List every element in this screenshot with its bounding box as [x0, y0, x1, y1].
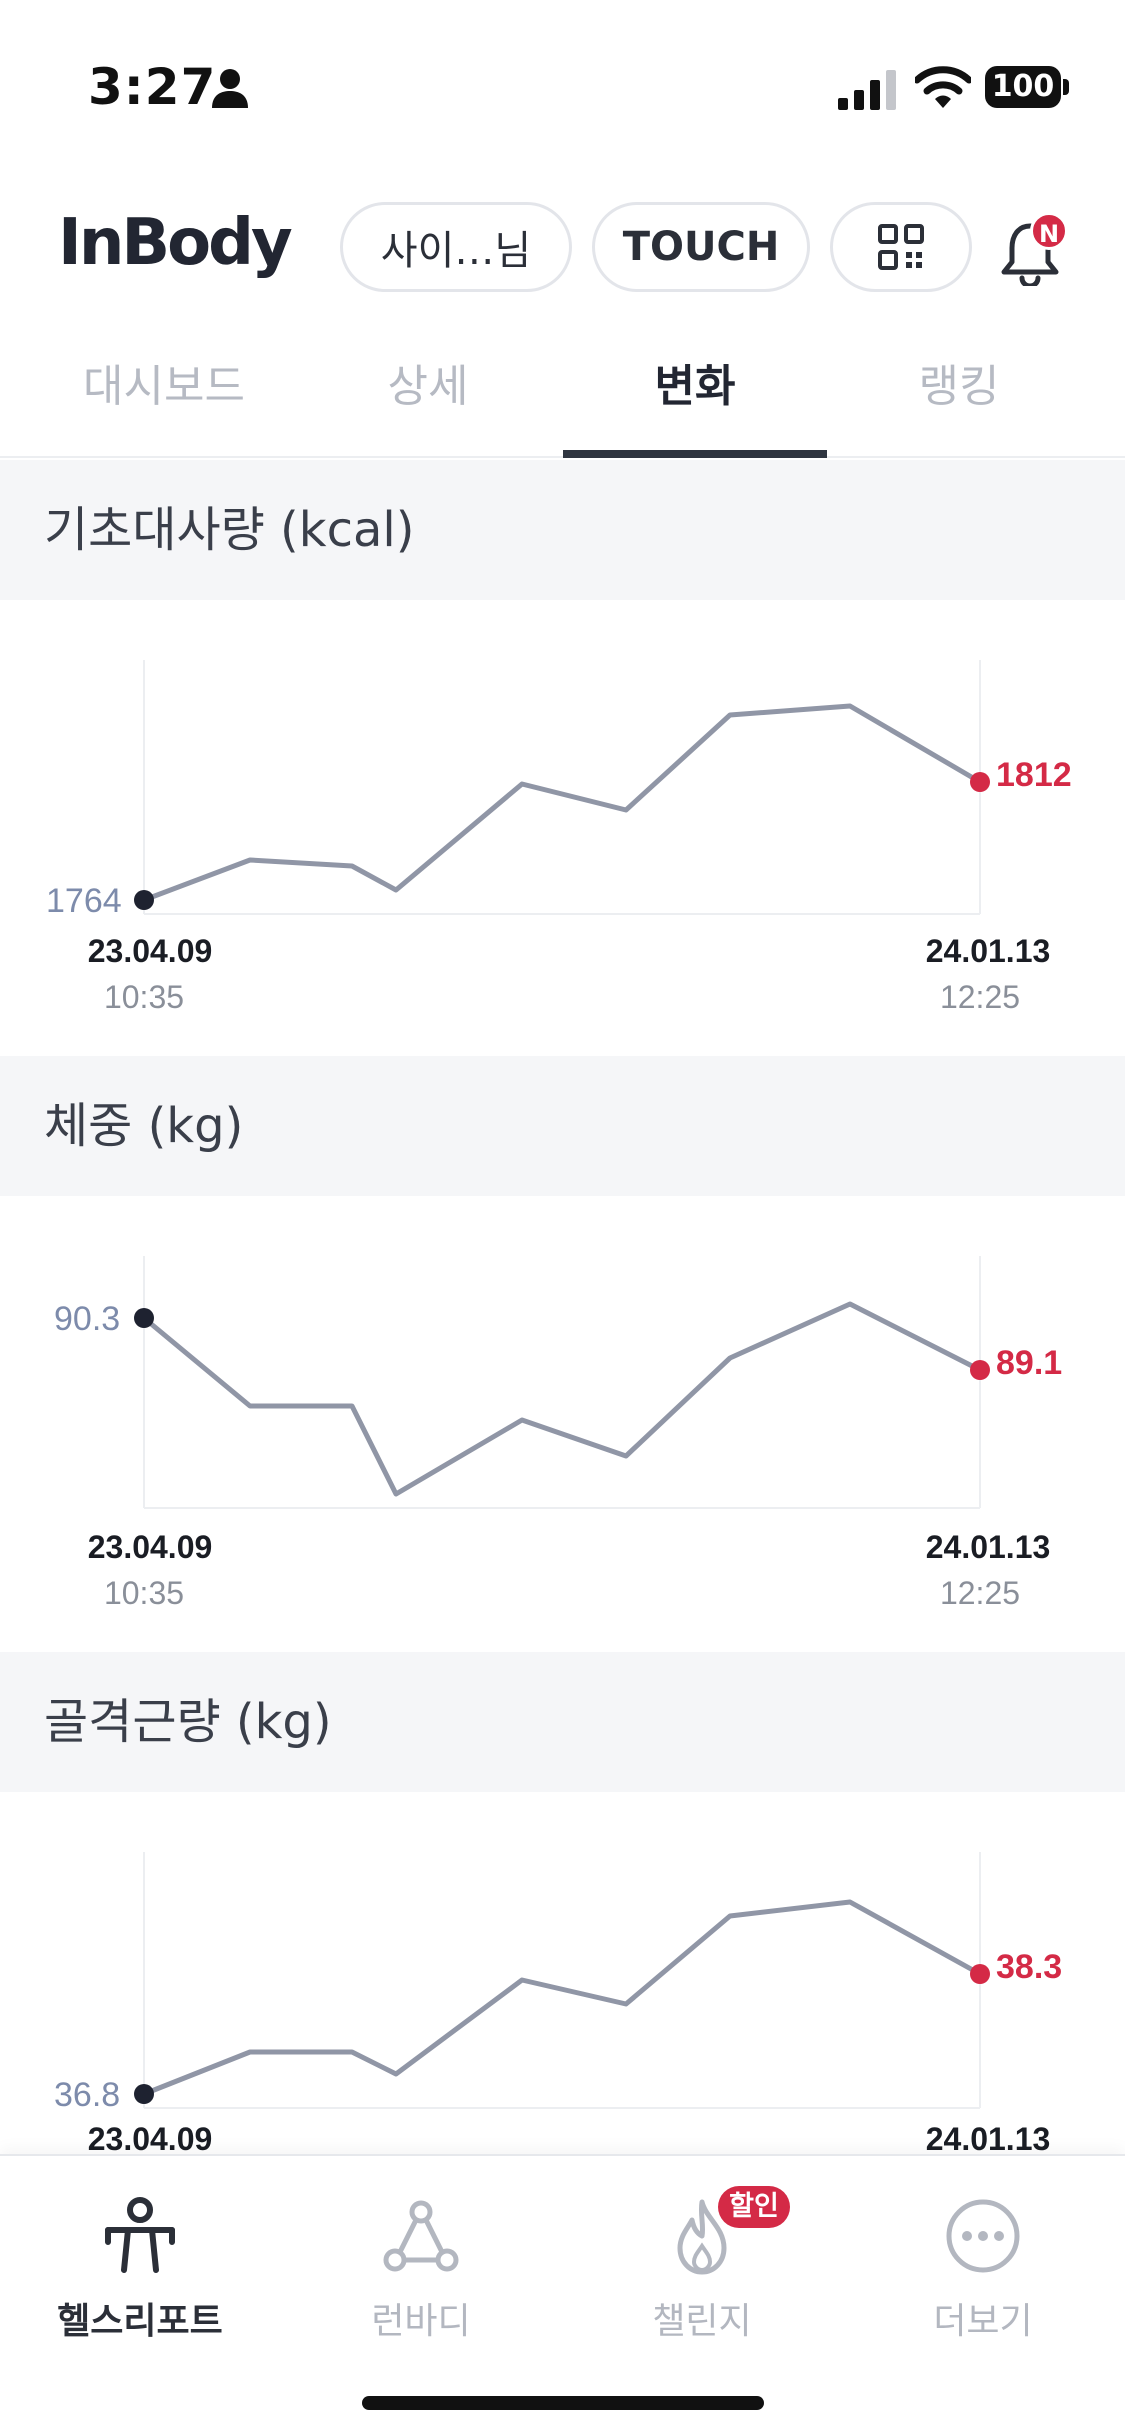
bmr-section-title: 기초대사량 (kcal)	[0, 460, 1125, 600]
weight-start-time: 10:35	[104, 1575, 184, 1611]
status-time: 3:27	[88, 58, 217, 116]
user-profile-button[interactable]: 사이…님	[340, 202, 572, 292]
bmr-start-value: 1764	[46, 882, 122, 920]
muscle-section-title: 골격근량 (kg)	[0, 1652, 1125, 1792]
bmr-end-point[interactable]	[970, 772, 990, 792]
tab-detail[interactable]: 상세	[296, 350, 560, 458]
weight-start-date: 23.04.09	[88, 1529, 213, 1565]
bmr-trend-line	[143, 703, 982, 903]
tab-change[interactable]: 변화	[563, 350, 827, 458]
bottom-nav: 헬스리포트 런바디 챌린지 더보기	[0, 2154, 1125, 2436]
nav-more[interactable]: 더보기	[853, 2196, 1113, 2356]
battery-level: 100	[985, 66, 1061, 108]
signal-icon	[838, 70, 896, 110]
touch-button[interactable]: TOUCH	[592, 202, 810, 292]
muscle-start-point[interactable]	[134, 2084, 154, 2104]
weight-end-value: 89.1	[996, 1344, 1062, 1382]
chart-axes	[143, 660, 981, 915]
nav-label: 더보기	[933, 2301, 1033, 2342]
weight-end-date: 24.01.13	[926, 1529, 1051, 1565]
app-screen: 3:27 100 InBody 사이…님 TOUCH N 대시보드 상세 변화 …	[0, 0, 1125, 2436]
qr-code-button[interactable]	[830, 202, 972, 292]
muscle-start-value: 36.8	[54, 2076, 120, 2114]
nav-challenge[interactable]: 챌린지	[572, 2196, 832, 2356]
bmr-chart-svg: 1764 1812 23.04.09 10:35 24.01.13 12:25	[46, 660, 1072, 1015]
weight-end-point[interactable]	[970, 1360, 990, 1380]
bmr-start-point[interactable]	[134, 890, 154, 910]
more-dots-icon	[946, 2199, 1020, 2273]
status-bar: 3:27 100	[0, 0, 1125, 180]
weight-trend-line	[142, 1301, 982, 1497]
wifi-icon	[915, 66, 971, 108]
bmr-end-value: 1812	[996, 756, 1072, 794]
inbody-logo: InBody	[58, 206, 293, 280]
weight-chart-svg: 90.3 89.1 23.04.09 10:35 24.01.13 12:25	[54, 1256, 1062, 1611]
muscle-end-point[interactable]	[970, 1964, 990, 1984]
nav-label: 런바디	[371, 2301, 471, 2342]
nav-label: 헬스리포트	[57, 2301, 223, 2342]
bmr-start-time: 10:35	[104, 979, 184, 1015]
health-report-icon	[105, 2197, 175, 2273]
person-icon	[212, 69, 248, 108]
weight-start-value: 90.3	[54, 1300, 120, 1338]
bmr-start-date: 23.04.09	[88, 933, 213, 969]
home-indicator[interactable]	[362, 2396, 764, 2410]
chart-axes	[143, 1852, 981, 2109]
challenge-sale-badge: 할인	[718, 2186, 790, 2228]
weight-chart: 90.3 89.1 23.04.09 10:35 24.01.13 12:25	[0, 1196, 1125, 1648]
runbody-icon	[383, 2200, 459, 2272]
tab-bar: 대시보드 상세 변화 랭킹	[0, 330, 1125, 458]
muscle-start-date: 23.04.09	[88, 2121, 213, 2157]
weight-section-title: 체중 (kg)	[0, 1056, 1125, 1196]
tab-ranking[interactable]: 랭킹	[827, 350, 1091, 458]
battery-tip	[1063, 79, 1069, 95]
battery-icon: 100	[985, 66, 1069, 108]
tab-dashboard[interactable]: 대시보드	[32, 350, 296, 458]
nav-runbody[interactable]: 런바디	[291, 2196, 551, 2356]
weight-end-time: 12:25	[940, 1575, 1020, 1611]
nav-label: 챌린지	[652, 2301, 752, 2342]
bmr-end-time: 12:25	[940, 979, 1020, 1015]
qr-code-icon	[878, 224, 924, 270]
nav-health-report[interactable]: 헬스리포트	[10, 2196, 270, 2356]
muscle-end-value: 38.3	[996, 1948, 1062, 1986]
bmr-chart: 1764 1812 23.04.09 10:35 24.01.13 12:25	[0, 600, 1125, 1052]
muscle-trend-line	[143, 1899, 982, 2097]
notification-badge: N	[1030, 212, 1068, 250]
bmr-end-date: 24.01.13	[926, 933, 1051, 969]
weight-start-point[interactable]	[134, 1308, 154, 1328]
app-header: InBody 사이…님 TOUCH N	[0, 190, 1125, 300]
chart-axes	[143, 1256, 981, 1509]
muscle-end-date: 24.01.13	[926, 2121, 1051, 2157]
